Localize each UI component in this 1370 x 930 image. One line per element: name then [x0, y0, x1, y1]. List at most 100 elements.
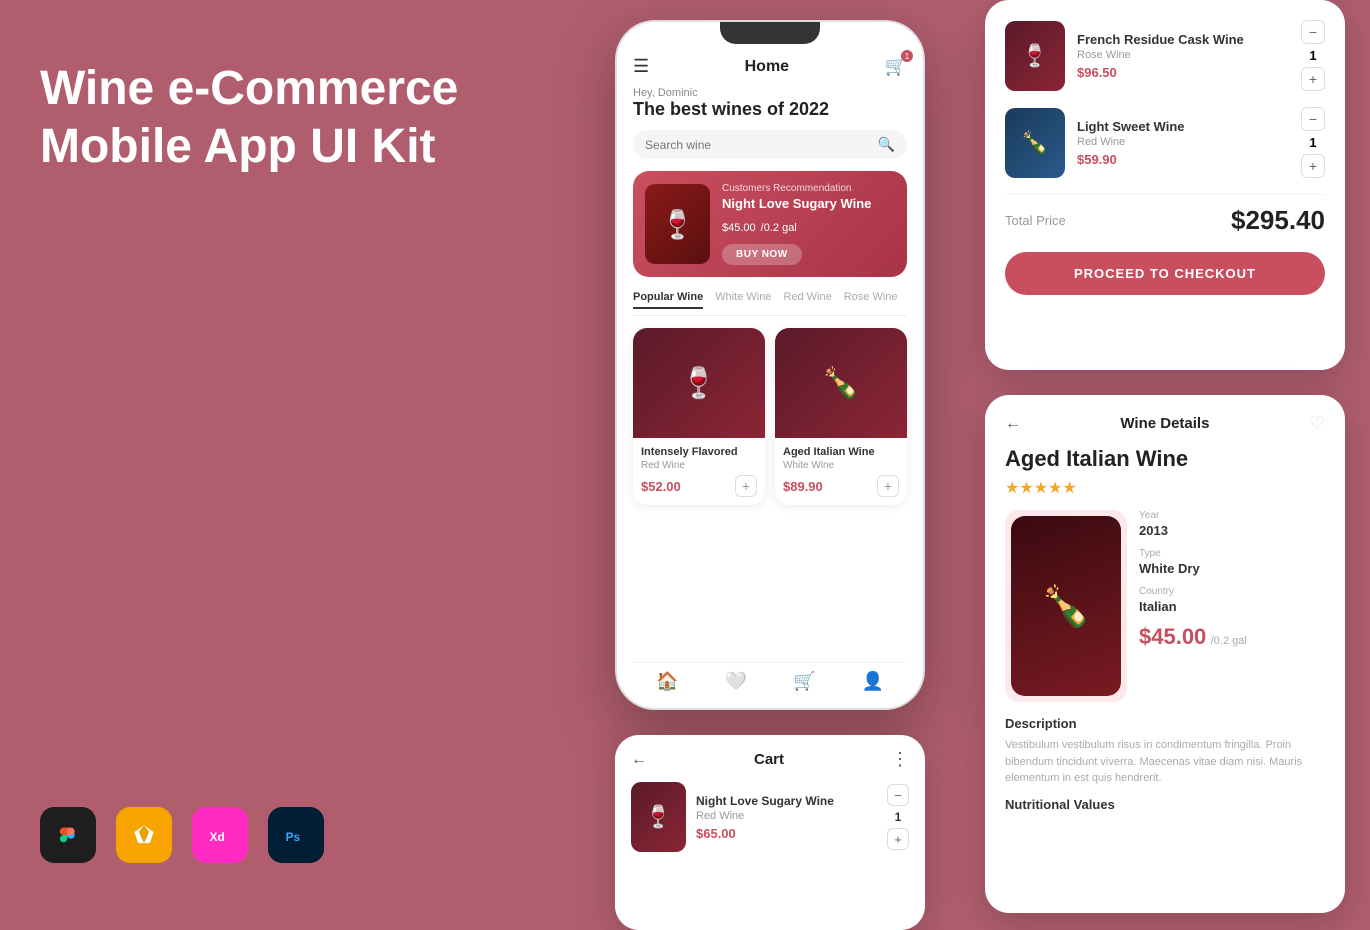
cart-back-arrow[interactable]: ← — [631, 751, 647, 769]
description-text: Vestibulum vestibulum risus in condiment… — [1005, 737, 1325, 787]
increase-summary-qty-1[interactable]: + — [1301, 154, 1325, 178]
wine-cards-grid: 🍷 Intensely Flavored Red Wine $52.00 + 🍾… — [633, 328, 907, 505]
tab-white-wine[interactable]: White Wine — [715, 291, 771, 309]
phone-notch — [720, 22, 820, 44]
total-row: Total Price $295.40 — [1005, 205, 1325, 236]
cart-options-icon[interactable]: ⋮ — [891, 749, 909, 770]
home-title: Home — [745, 58, 789, 76]
cart-item: 🍷 Night Love Sugary Wine Red Wine $65.00… — [631, 782, 909, 852]
greeting-big: The best wines of 2022 — [633, 99, 907, 120]
tab-popular-wine[interactable]: Popular Wine — [633, 291, 703, 309]
wine-card-footer-0: $52.00 + — [641, 475, 757, 497]
summary-qty-value-0: 1 — [1309, 48, 1316, 63]
search-icon: 🔍 — [878, 136, 895, 153]
summary-item-qty-0: − 1 + — [1301, 20, 1325, 91]
menu-icon[interactable]: ☰ — [633, 56, 649, 77]
cart-mini-panel: ← Cart ⋮ 🍷 Night Love Sugary Wine Red Wi… — [615, 735, 925, 930]
tab-red-wine[interactable]: Red Wine — [783, 291, 831, 309]
phone-header: ☰ Home 🛒 1 — [633, 56, 907, 77]
type-label: Type — [1139, 548, 1325, 559]
detail-heart-icon[interactable]: ♡ — [1309, 413, 1325, 434]
summary-item-price-0: $96.50 — [1077, 65, 1289, 80]
cart-header-icon[interactable]: 🛒 1 — [885, 56, 907, 77]
cart-item-qty: − 1 + — [887, 784, 909, 850]
nav-cart[interactable]: 🛒 — [793, 671, 815, 692]
rec-label: Customers Recommendation — [722, 183, 871, 194]
wine-detail-panel: ← Wine Details ♡ Aged Italian Wine ★★★★★… — [985, 395, 1345, 913]
figma-icon[interactable] — [40, 807, 96, 863]
wine-card-name-0: Intensely Flavored — [641, 446, 757, 458]
main-phone: ☰ Home 🛒 1 Hey, Dominic The best wines o… — [615, 20, 925, 710]
add-wine-1-button[interactable]: + — [877, 475, 899, 497]
phone-screen-content: ☰ Home 🛒 1 Hey, Dominic The best wines o… — [617, 44, 923, 708]
wine-card-1[interactable]: 🍾 Aged Italian Wine White Wine $89.90 + — [775, 328, 907, 505]
summary-item-qty-1: − 1 + — [1301, 107, 1325, 178]
wine-card-name-1: Aged Italian Wine — [783, 446, 899, 458]
nav-home[interactable]: 🏠 — [656, 671, 678, 692]
svg-text:Ps: Ps — [286, 831, 301, 844]
country-label: Country — [1139, 586, 1325, 597]
tab-rose-wine[interactable]: Rose Wine — [844, 291, 898, 309]
summary-item-type-1: Red Wine — [1077, 136, 1289, 148]
xd-icon[interactable]: Xd — [192, 807, 248, 863]
year-value: 2013 — [1139, 523, 1325, 538]
detail-wine-name: Aged Italian Wine — [1005, 446, 1325, 472]
banner-wine-name: Night Love Sugary Wine — [722, 196, 871, 211]
recommendation-banner: 🍷 Customers Recommendation Night Love Su… — [633, 171, 907, 277]
greeting-small: Hey, Dominic — [633, 87, 907, 99]
summary-item-name-0: French Residue Cask Wine — [1077, 32, 1289, 47]
banner-wine-image: 🍷 — [645, 184, 710, 264]
cart-panel-title: Cart — [647, 751, 891, 768]
summary-item-0: 🍷 French Residue Cask Wine Rose Wine $96… — [1005, 20, 1325, 91]
wine-card-type-1: White Wine — [783, 460, 899, 471]
detail-body: 🍾 Year 2013 Type White Dry Country Itali… — [1005, 510, 1325, 702]
detail-stars: ★★★★★ — [1005, 478, 1325, 498]
detail-img-wrapper: 🍾 — [1005, 510, 1127, 702]
photoshop-icon[interactable]: Ps — [268, 807, 324, 863]
bottom-nav: 🏠 🤍 🛒 👤 — [633, 662, 907, 696]
wine-card-footer-1: $89.90 + — [783, 475, 899, 497]
nav-favorites[interactable]: 🤍 — [725, 671, 747, 692]
summary-item-name-1: Light Sweet Wine — [1077, 119, 1289, 134]
detail-price-unit: /0.2 gal — [1211, 635, 1247, 647]
summary-qty-value-1: 1 — [1309, 135, 1316, 150]
cart-item-price: $65.00 — [696, 826, 877, 841]
summary-item-info-1: Light Sweet Wine Red Wine $59.90 — [1077, 119, 1289, 167]
buy-now-button[interactable]: BUY NOW — [722, 244, 802, 265]
wine-card-type-0: Red Wine — [641, 460, 757, 471]
wine-card-0[interactable]: 🍷 Intensely Flavored Red Wine $52.00 + — [633, 328, 765, 505]
description-title: Description — [1005, 716, 1325, 731]
sketch-icon[interactable] — [116, 807, 172, 863]
detail-price-amount: $45.00 — [1139, 624, 1206, 649]
summary-item-type-0: Rose Wine — [1077, 49, 1289, 61]
checkout-button[interactable]: PROCEED TO CHECKOUT — [1005, 252, 1325, 295]
decrease-qty-button[interactable]: − — [887, 784, 909, 806]
summary-item-info-0: French Residue Cask Wine Rose Wine $96.5… — [1077, 32, 1289, 80]
wine-card-image-1: 🍾 — [775, 328, 907, 438]
svg-text:Xd: Xd — [210, 831, 225, 844]
detail-description: Description Vestibulum vestibulum risus … — [1005, 716, 1325, 787]
wine-card-price-1: $89.90 — [783, 479, 823, 494]
nutritional-title: Nutritional Values — [1005, 797, 1325, 812]
summary-item-image-1: 🍾 — [1005, 108, 1065, 178]
nav-profile[interactable]: 👤 — [862, 671, 884, 692]
search-bar[interactable]: 🔍 — [633, 130, 907, 159]
cart-item-image: 🍷 — [631, 782, 686, 852]
tool-icons-row: Xd Ps — [40, 807, 324, 863]
summary-item-price-1: $59.90 — [1077, 152, 1289, 167]
increase-summary-qty-0[interactable]: + — [1301, 67, 1325, 91]
increase-qty-button[interactable]: + — [887, 828, 909, 850]
decrease-summary-qty-1[interactable]: − — [1301, 107, 1325, 131]
type-value: White Dry — [1139, 561, 1325, 576]
country-value: Italian — [1139, 599, 1325, 614]
wine-card-info-1: Aged Italian Wine White Wine $89.90 + — [775, 438, 907, 505]
hero-title: Wine e-Commerce Mobile App UI Kit — [40, 60, 520, 175]
search-input[interactable] — [645, 138, 878, 152]
spec-country: Country Italian — [1139, 586, 1325, 614]
cart-item-info: Night Love Sugary Wine Red Wine $65.00 — [696, 794, 877, 841]
wine-card-info-0: Intensely Flavored Red Wine $52.00 + — [633, 438, 765, 505]
detail-back-arrow[interactable]: ← — [1005, 415, 1021, 433]
cart-badge: 1 — [901, 50, 913, 62]
decrease-summary-qty-0[interactable]: − — [1301, 20, 1325, 44]
add-wine-0-button[interactable]: + — [735, 475, 757, 497]
